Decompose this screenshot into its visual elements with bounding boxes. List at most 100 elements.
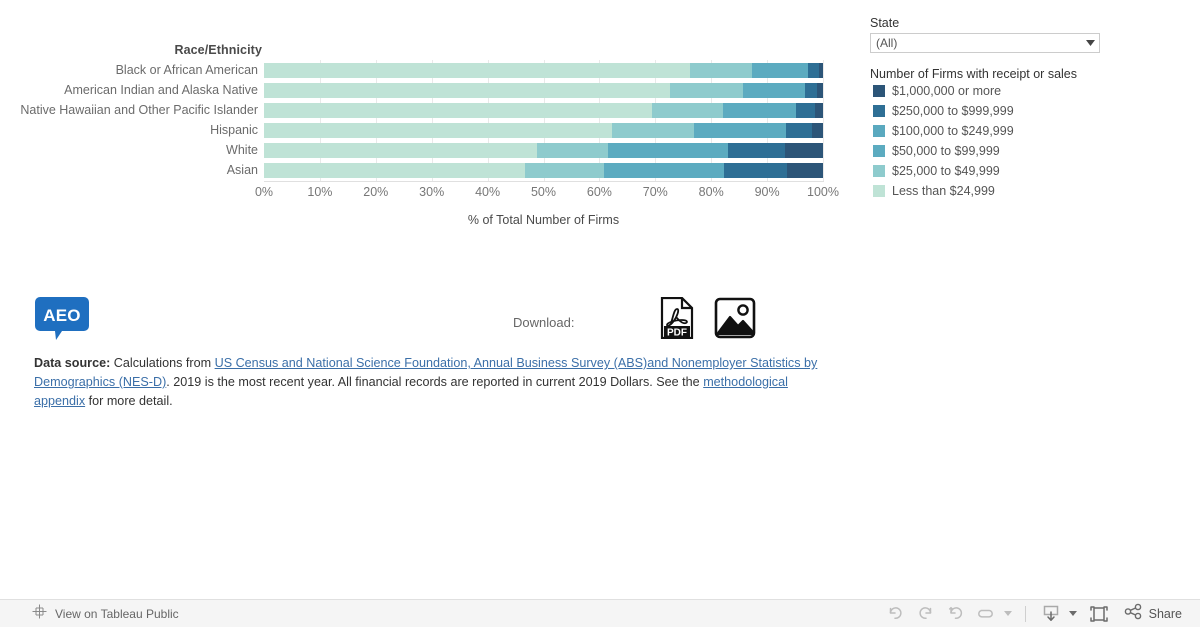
fullscreen-icon[interactable] [1080,601,1118,627]
stacked-bar [264,123,823,138]
row-category-label: Asian [226,163,258,177]
bar-segment[interactable] [819,63,823,78]
bar-segment[interactable] [536,143,608,158]
bar-segment[interactable] [752,63,808,78]
bar-segment[interactable] [784,143,823,158]
bar-segment[interactable] [264,123,613,138]
row-category-label: White [226,143,258,157]
chart-row: American Indian and Alaska Native [0,80,860,100]
bar-segment[interactable] [727,143,785,158]
x-tick-label: 100% [807,185,839,199]
bar-segment[interactable] [816,83,823,98]
legend-items: $1,000,000 or more $250,000 to $999,999 $1… [870,81,1110,201]
x-axis-ticks: 0% 10% 20% 30% 40% 50% 60% 70% 80% 90% 100% [255,185,839,205]
stacked-bar [264,83,823,98]
legend-item[interactable]: Less than $24,999 [870,181,1110,201]
bar-segment[interactable] [723,103,797,118]
bar-segment[interactable] [689,63,752,78]
bar-segment[interactable] [525,163,604,178]
stacked-bar [264,63,823,78]
bottom-toolbar: View on Tableau Public Share [0,599,1200,627]
state-filter-label: State [870,16,900,30]
bar-segment[interactable] [796,103,816,118]
bar-segment[interactable] [612,123,695,138]
stacked-bar [264,103,823,118]
bar-segment[interactable] [264,63,690,78]
chevron-down-icon[interactable] [1081,34,1099,52]
legend-item[interactable]: $250,000 to $999,999 [870,101,1110,121]
x-tick-label: 80% [698,185,724,199]
bar-segment[interactable] [264,143,537,158]
view-on-tableau-public-link[interactable]: View on Tableau Public [32,604,179,624]
chart-row: White [0,140,860,160]
row-category-label: Hispanic [210,123,258,137]
bar-segment[interactable] [669,83,744,98]
bar-segment[interactable] [694,123,786,138]
legend-color-swatch [873,145,885,157]
tableau-dashboard: Race/Ethnicity Black or African American… [0,0,1200,627]
bar-segment[interactable] [743,83,805,98]
footnote-text-1: Calculations from [110,356,215,370]
x-tick-label: 70% [642,185,668,199]
bar-segment[interactable] [787,163,823,178]
pdf-file-icon[interactable]: PDF [660,296,694,340]
legend-item-label: Less than $24,999 [892,184,995,198]
chart-row: Hispanic [0,120,860,140]
legend-item-label: $100,000 to $249,999 [892,124,1014,138]
right-panel: State (All) Number of Firms with receipt… [870,16,1110,201]
chart-row: Asian [0,160,860,180]
legend-color-swatch [873,185,885,197]
bar-segment[interactable] [651,103,724,118]
share-button[interactable]: Share [1124,603,1186,625]
row-category-label: Native Hawaiian and Other Pacific Island… [20,103,258,117]
row-category-label: American Indian and Alaska Native [64,83,258,97]
bar-segment[interactable] [812,123,823,138]
legend-item-label: $250,000 to $999,999 [892,104,1014,118]
undo-icon[interactable] [881,601,911,627]
bar-segment[interactable] [785,123,813,138]
state-filter-dropdown[interactable]: (All) [870,33,1100,53]
bar-segment[interactable] [724,163,788,178]
bar-segment[interactable] [607,143,728,158]
stacked-bar [264,143,823,158]
footnote: Data source: Calculations from US Census… [34,354,824,411]
svg-text:PDF: PDF [667,328,687,339]
download-icon[interactable] [1036,601,1066,627]
row-category-label: Black or African American [115,63,258,77]
image-file-icon[interactable] [714,297,756,339]
bar-segment[interactable] [264,163,526,178]
chart-rows: Black or African American American Indian… [0,60,860,180]
share-icon [1124,603,1143,625]
bar-segment[interactable] [815,103,823,118]
x-tick-label: 0% [254,185,274,199]
legend-item[interactable]: $50,000 to $99,999 [870,141,1110,161]
download-label: Download: [513,315,575,330]
bar-segment[interactable] [603,163,725,178]
bar-segment[interactable] [264,83,670,98]
chart-row: Native Hawaiian and Other Pacific Island… [0,100,860,120]
state-filter-value: (All) [876,36,898,50]
footnote-prefix: Data source: [34,356,111,370]
legend-title: Number of Firms with receipt or sales [870,67,1078,81]
bar-segment[interactable] [804,83,817,98]
bar-segment[interactable] [264,103,652,118]
tableau-logo-icon [32,604,47,624]
share-label: Share [1148,606,1182,621]
x-axis-title: % of Total Number of Firms [467,213,620,227]
x-tick-label: 20% [363,185,389,199]
legend-item[interactable]: $1,000,000 or more [870,81,1110,101]
redo-icon[interactable] [911,601,941,627]
legend-item[interactable]: $25,000 to $49,999 [870,161,1110,181]
refresh-icon[interactable] [971,601,1001,627]
footnote-text-3: for more detail. [85,394,173,408]
row-field-title: Race/Ethnicity [174,43,262,57]
legend-item[interactable]: $100,000 to $249,999 [870,121,1110,141]
footnote-text-2: . 2019 is the most recent year. All fina… [166,375,704,389]
toolbar-actions: Share [881,600,1186,627]
download-dropdown-chevron-down-icon[interactable] [1066,601,1080,627]
chart-row: Black or African American [0,60,860,80]
revert-icon[interactable] [941,601,971,627]
pause-dropdown-chevron-down-icon[interactable] [1001,601,1015,627]
legend-color-swatch [873,165,885,177]
bar-segment[interactable] [807,63,820,78]
